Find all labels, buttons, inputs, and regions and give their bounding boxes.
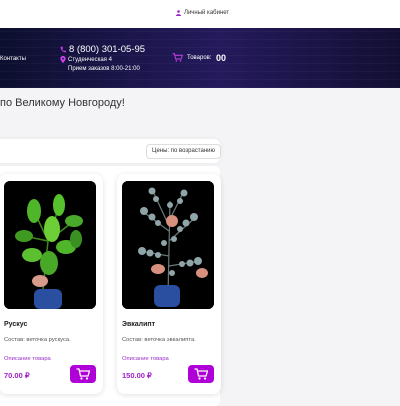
product-price: 150.00 ₽	[122, 371, 152, 380]
add-to-cart-button[interactable]	[70, 365, 96, 383]
nav-contacts[interactable]: Контакты	[0, 56, 26, 62]
sort-select[interactable]: Цены: по возрастанию	[146, 144, 221, 159]
location-pin-icon	[60, 56, 66, 63]
eucalyptus-photo	[122, 181, 214, 309]
phone-number[interactable]: 8 (800) 301-05-95	[69, 44, 145, 55]
address: Студенческая 4	[68, 57, 112, 63]
product-image[interactable]	[122, 181, 214, 309]
phone-icon	[60, 46, 66, 53]
cart-icon[interactable]	[172, 53, 183, 62]
delivery-heading: по Великому Новгороду!	[0, 97, 125, 109]
cart-icon	[194, 368, 208, 380]
product-details-link[interactable]: Описание товара	[4, 356, 51, 362]
user-icon	[176, 10, 181, 16]
product-description: Состав: веточка эвкалипта.	[122, 337, 196, 343]
add-to-cart-button[interactable]	[188, 365, 214, 383]
cart-icon	[76, 368, 90, 380]
ruscus-photo	[4, 181, 96, 309]
product-name[interactable]: Эвкалипт	[122, 321, 155, 328]
product-details-link[interactable]: Описание товара	[122, 356, 169, 362]
product-name[interactable]: Рускус	[4, 321, 27, 328]
product-card[interactable]: Рускус Состав: веточка рускуса. Описание…	[0, 174, 103, 394]
cart-label[interactable]: Товаров:	[187, 55, 212, 61]
top-bar: Личный кабинет	[0, 0, 400, 28]
order-hours: Прием заказов 8:00-21:00	[68, 66, 140, 72]
cart-count: 00	[216, 53, 227, 63]
account-label: Личный кабинет	[184, 10, 230, 16]
product-price: 70.00 ₽	[4, 371, 30, 380]
product-description: Состав: веточка рускуса.	[4, 337, 71, 343]
product-image[interactable]	[4, 181, 96, 309]
product-card[interactable]: Эвкалипт Состав: веточка эвкалипта. Опис…	[117, 174, 221, 394]
account-link[interactable]: Личный кабинет	[176, 10, 229, 16]
